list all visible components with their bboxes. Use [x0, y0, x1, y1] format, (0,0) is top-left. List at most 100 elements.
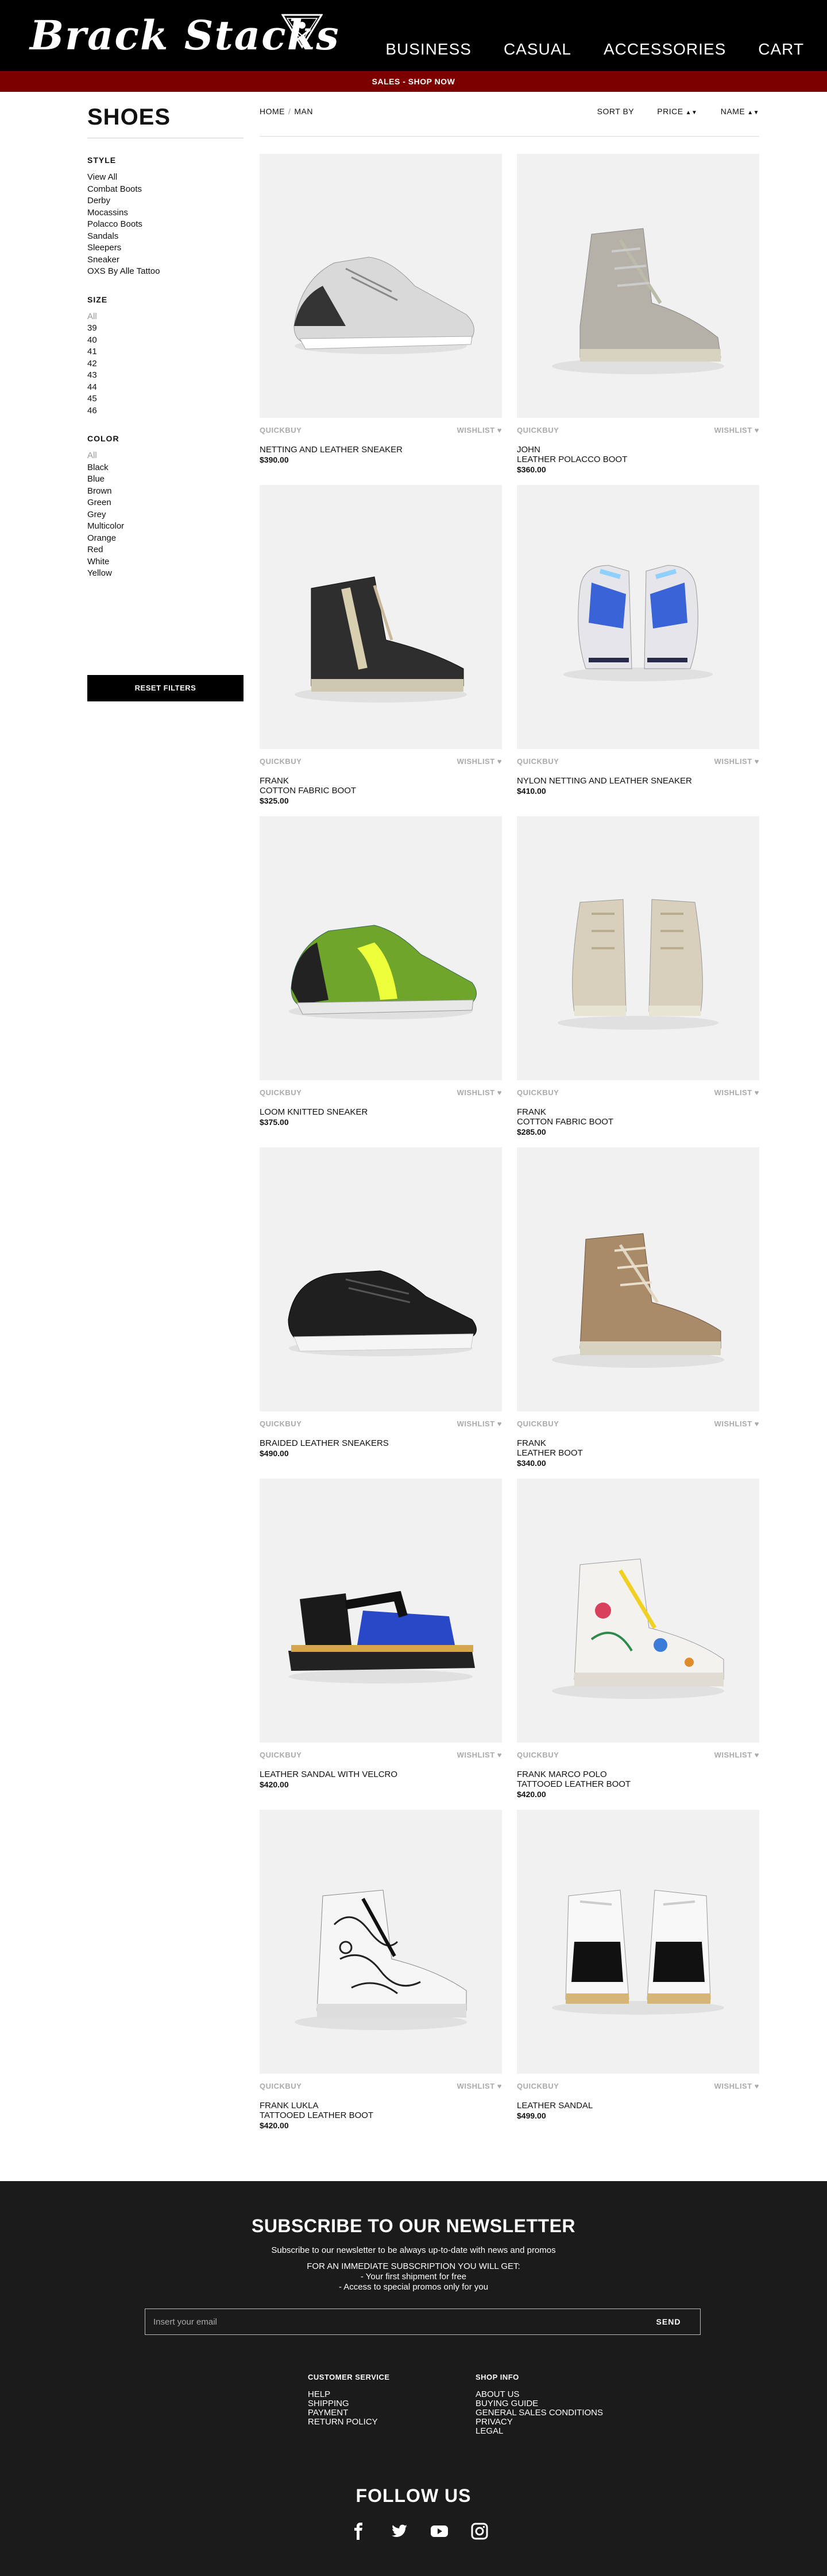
product-name[interactable]: BRAIDED LEATHER SNEAKERS: [260, 1438, 502, 1448]
nav-accessories[interactable]: ACCESSORIES: [604, 39, 726, 60]
color-filter-option[interactable]: White: [87, 556, 244, 568]
footer-link-sales-conditions[interactable]: GENERAL SALES CONDITIONS: [476, 2408, 603, 2418]
sort-price-button[interactable]: PRICE ▲▼: [647, 107, 697, 116]
size-filter-option[interactable]: 44: [87, 382, 244, 394]
color-filter-option[interactable]: Blue: [87, 474, 244, 486]
footer-link-privacy[interactable]: PRIVACY: [476, 2418, 603, 2427]
twitter-icon[interactable]: [390, 2522, 408, 2540]
product-card[interactable]: QUICKBUY WISHLIST ♥ JOHN LEATHER POLACCO B…: [517, 154, 759, 475]
quickbuy-button[interactable]: QUICKBUY: [260, 1419, 302, 1428]
quickbuy-button[interactable]: QUICKBUY: [260, 757, 302, 766]
quickbuy-button[interactable]: QUICKBUY: [517, 2082, 559, 2090]
product-name[interactable]: FRANK MARCO POLO TATTOOED LEATHER BOOT: [517, 1770, 759, 1789]
color-filter-option[interactable]: Black: [87, 462, 244, 474]
nav-casual[interactable]: CASUAL: [504, 39, 571, 60]
quickbuy-button[interactable]: QUICKBUY: [517, 1751, 559, 1759]
style-filter-option[interactable]: Derby: [87, 195, 244, 207]
footer-link-legal[interactable]: LEGAL: [476, 2427, 603, 2436]
size-filter-option[interactable]: 45: [87, 393, 244, 405]
product-image[interactable]: [260, 154, 502, 418]
style-filter-option[interactable]: Mocassins: [87, 207, 244, 219]
footer-link-about[interactable]: ABOUT US: [476, 2390, 603, 2399]
product-card[interactable]: QUICKBUY WISHLIST ♥ FRANK LEATHER BOOT $340…: [517, 1147, 759, 1468]
quickbuy-button[interactable]: QUICKBUY: [260, 2082, 302, 2090]
product-card[interactable]: QUICKBUY WISHLIST ♥ FRANK COTTON FABRIC BO…: [517, 816, 759, 1137]
style-filter-option[interactable]: Sneaker: [87, 254, 244, 266]
size-filter-option[interactable]: 43: [87, 370, 244, 382]
wishlist-button[interactable]: WISHLIST ♥: [714, 1419, 759, 1428]
product-name[interactable]: NETTING AND LEATHER SNEAKER: [260, 445, 502, 455]
wishlist-button[interactable]: WISHLIST ♥: [714, 426, 759, 434]
product-card[interactable]: QUICKBUY WISHLIST ♥ FRANK LUKLA TATTOOED L…: [260, 1810, 502, 2131]
footer-link-buying-guide[interactable]: BUYING GUIDE: [476, 2399, 603, 2408]
instagram-icon[interactable]: [470, 2522, 489, 2540]
quickbuy-button[interactable]: QUICKBUY: [260, 426, 302, 434]
style-filter-option[interactable]: Sleepers: [87, 242, 244, 254]
color-filter-option[interactable]: All: [87, 450, 244, 462]
style-filter-option[interactable]: Polacco Boots: [87, 219, 244, 231]
breadcrumb-current[interactable]: MAN: [294, 107, 313, 116]
product-name[interactable]: LEATHER SANDAL: [517, 2101, 759, 2111]
size-filter-option[interactable]: 46: [87, 405, 244, 417]
product-card[interactable]: QUICKBUY WISHLIST ♥ NETTING AND LEATHER SN…: [260, 154, 502, 465]
nav-cart[interactable]: CART: [758, 39, 804, 60]
product-name[interactable]: FRANK COTTON FABRIC BOOT: [517, 1107, 759, 1127]
product-name[interactable]: FRANK COTTON FABRIC BOOT: [260, 776, 502, 796]
size-filter-option[interactable]: 40: [87, 335, 244, 347]
product-card[interactable]: QUICKBUY WISHLIST ♥ LOOM KNITTED SNEAKER $3…: [260, 816, 502, 1127]
nav-business[interactable]: BUSINESS: [385, 39, 472, 60]
size-filter-option[interactable]: 42: [87, 358, 244, 370]
wishlist-button[interactable]: WISHLIST ♥: [457, 426, 502, 434]
product-image[interactable]: [260, 1479, 502, 1743]
product-image[interactable]: [260, 816, 502, 1080]
size-filter-option[interactable]: All: [87, 311, 244, 323]
quickbuy-button[interactable]: QUICKBUY: [517, 1419, 559, 1428]
product-name[interactable]: LEATHER SANDAL WITH VELCRO: [260, 1770, 502, 1779]
style-filter-option[interactable]: Combat Boots: [87, 184, 244, 196]
product-image[interactable]: [517, 816, 759, 1080]
color-filter-option[interactable]: Red: [87, 544, 244, 556]
style-filter-option[interactable]: OXS By Alle Tattoo: [87, 266, 244, 278]
product-card[interactable]: QUICKBUY WISHLIST ♥ FRANK COTTON FABRIC BO…: [260, 485, 502, 806]
wishlist-button[interactable]: WISHLIST ♥: [714, 1751, 759, 1759]
product-card[interactable]: QUICKBUY WISHLIST ♥ NYLON NETTING AND LEAT…: [517, 485, 759, 796]
quickbuy-button[interactable]: QUICKBUY: [517, 426, 559, 434]
style-filter-option[interactable]: View All: [87, 172, 244, 184]
wishlist-button[interactable]: WISHLIST ♥: [714, 2082, 759, 2090]
color-filter-option[interactable]: Grey: [87, 509, 244, 521]
wishlist-button[interactable]: WISHLIST ♥: [714, 757, 759, 766]
send-button[interactable]: SEND: [637, 2309, 700, 2334]
email-input[interactable]: [145, 2309, 628, 2334]
product-card[interactable]: QUICKBUY WISHLIST ♥ BRAIDED LEATHER SNEAKE…: [260, 1147, 502, 1458]
footer-link-help[interactable]: HELP: [308, 2390, 390, 2399]
color-filter-option[interactable]: Green: [87, 497, 244, 509]
promo-banner[interactable]: SALES - SHOP NOW: [0, 71, 827, 92]
product-name[interactable]: NYLON NETTING AND LEATHER SNEAKER: [517, 776, 759, 786]
footer-link-payment[interactable]: PAYMENT: [308, 2408, 390, 2418]
wishlist-button[interactable]: WISHLIST ♥: [457, 2082, 502, 2090]
footer-link-return-policy[interactable]: RETURN POLICY: [308, 2418, 390, 2427]
wishlist-button[interactable]: WISHLIST ♥: [457, 757, 502, 766]
product-image[interactable]: [517, 154, 759, 418]
product-card[interactable]: QUICKBUY WISHLIST ♥ LEATHER SANDAL WITH VE…: [260, 1479, 502, 1790]
color-filter-option[interactable]: Multicolor: [87, 521, 244, 533]
product-card[interactable]: QUICKBUY WISHLIST ♥ FRANK MARCO POLO TATTO…: [517, 1479, 759, 1799]
product-image[interactable]: [517, 1147, 759, 1411]
color-filter-option[interactable]: Yellow: [87, 568, 244, 580]
product-image[interactable]: [260, 1147, 502, 1411]
product-name[interactable]: FRANK LEATHER BOOT: [517, 1438, 759, 1458]
product-image[interactable]: [260, 1810, 502, 2074]
facebook-icon[interactable]: [350, 2522, 368, 2540]
wishlist-button[interactable]: WISHLIST ♥: [457, 1419, 502, 1428]
style-filter-option[interactable]: Sandals: [87, 231, 244, 243]
size-filter-option[interactable]: 39: [87, 323, 244, 335]
quickbuy-button[interactable]: QUICKBUY: [517, 757, 559, 766]
wishlist-button[interactable]: WISHLIST ♥: [714, 1088, 759, 1097]
product-name[interactable]: LOOM KNITTED SNEAKER: [260, 1107, 502, 1117]
breadcrumb-home[interactable]: HOME: [260, 107, 285, 116]
product-image[interactable]: [517, 1810, 759, 2074]
wishlist-button[interactable]: WISHLIST ♥: [457, 1751, 502, 1759]
wishlist-button[interactable]: WISHLIST ♥: [457, 1088, 502, 1097]
product-name[interactable]: JOHN LEATHER POLACCO BOOT: [517, 445, 759, 464]
product-image[interactable]: [517, 485, 759, 749]
